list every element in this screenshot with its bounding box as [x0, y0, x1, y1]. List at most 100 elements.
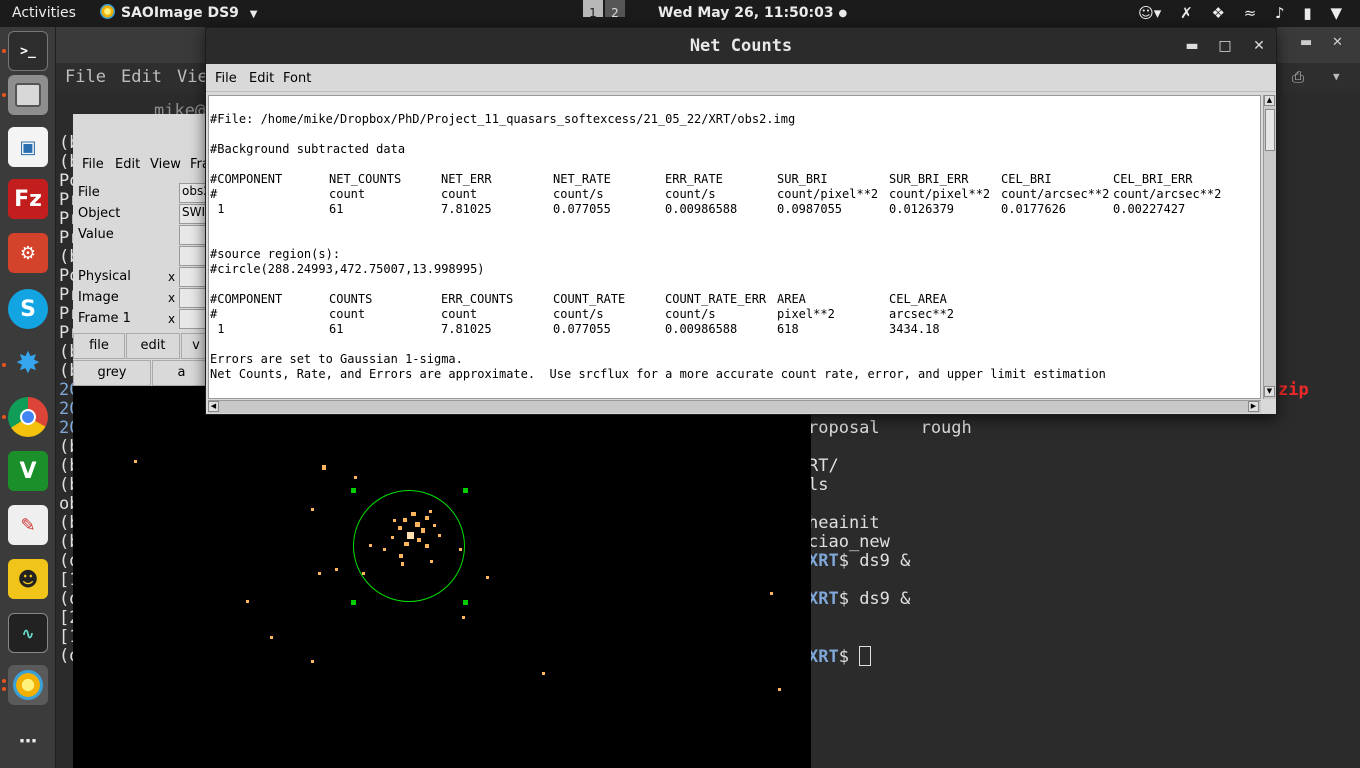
background-pixel	[335, 568, 338, 571]
terminal-menu-view[interactable]: Vie	[177, 67, 208, 87]
ds9-button-grey[interactable]: grey	[73, 360, 151, 386]
scroll-left-icon[interactable]: ◀	[208, 401, 219, 412]
ds9-button-a[interactable]: a	[152, 360, 211, 386]
table-cell: 0.00986588	[665, 322, 738, 336]
background-pixel	[770, 592, 773, 595]
terminal-cursor	[859, 646, 872, 666]
net-counts-menu-file[interactable]: File	[215, 71, 237, 86]
source-pixel	[398, 526, 402, 530]
workspace-switcher[interactable]: 12	[583, 0, 627, 27]
scroll-down-icon[interactable]: ▼	[1264, 386, 1275, 397]
background-pixel	[270, 636, 273, 639]
activities-button[interactable]: Activities	[12, 0, 76, 27]
ds9-menu-edit[interactable]: Edit	[115, 157, 140, 172]
skype-icon[interactable]: S	[8, 289, 48, 329]
horizontal-scrollbar[interactable]: ◀ ▶	[208, 400, 1261, 413]
chevron-down-icon[interactable]: ▼	[1333, 70, 1340, 83]
table-cell: NET_RATE	[553, 172, 611, 186]
table-cell: 0.0126379	[889, 202, 955, 216]
source-region-label: #source region(s):	[210, 247, 341, 261]
background-pixel	[462, 616, 465, 619]
region-handle[interactable]	[351, 488, 356, 493]
cat-icon[interactable]: ☻	[8, 559, 48, 599]
net-counts-text-area[interactable]: #File: /home/mike/Dropbox/PhD/Project_11…	[208, 95, 1261, 399]
running-indicator-icon	[2, 679, 6, 683]
ds9-menu-file[interactable]: File	[82, 157, 104, 172]
scroll-right-icon[interactable]: ▶	[1248, 401, 1259, 412]
ds9-button-edit[interactable]: edit	[126, 333, 180, 359]
maximize-icon[interactable]: □	[1215, 36, 1235, 56]
dropbox-icon[interactable]: ❖	[1211, 0, 1224, 27]
background-pixel	[362, 572, 365, 575]
clock-label: Wed May 26, 11:50:03	[658, 5, 834, 21]
ds9-button-file[interactable]: file	[73, 333, 125, 359]
close-icon[interactable]: ✕	[1332, 35, 1343, 50]
table-cell: pixel**2	[777, 307, 835, 321]
vim-icon[interactable]: V	[8, 451, 48, 491]
minimize-icon[interactable]: ▬	[1300, 35, 1312, 50]
region-handle[interactable]	[351, 600, 356, 605]
source-pixel	[401, 562, 404, 566]
terminal-menu-file[interactable]: File	[65, 67, 106, 87]
background-pixel	[318, 572, 321, 575]
scroll-thumb[interactable]	[1265, 109, 1275, 151]
note-line: Net Counts, Rate, and Errors are approxi…	[210, 367, 1106, 381]
minimize-icon[interactable]: ▬	[1182, 36, 1202, 56]
terminal-line[interactable]: XRT$	[808, 646, 872, 667]
volume-icon[interactable]: ♪	[1275, 0, 1285, 27]
source-pixel	[393, 519, 396, 522]
background-pixel	[322, 465, 326, 470]
system-tray[interactable]: ☺▾ ✗ ❖ ≈ ♪ ▮ ▼	[1124, 0, 1342, 27]
running-indicator-icon	[2, 415, 6, 419]
ds9-star-icon[interactable]: ✸	[8, 343, 48, 383]
system-settings-icon[interactable]: ⚙	[8, 233, 48, 273]
background-pixel	[778, 688, 781, 691]
terminal-command: $	[838, 647, 860, 667]
source-pixel	[399, 554, 403, 558]
vertical-scrollbar[interactable]: ▲ ▼	[1263, 95, 1276, 399]
terminal-prompt: XRT	[808, 589, 839, 609]
table-cell: #COMPONENT	[210, 172, 283, 186]
chevron-down-icon: ▼	[249, 9, 258, 20]
ds9-image-canvas[interactable]	[73, 386, 811, 768]
filezilla-icon[interactable]: Fz	[8, 179, 48, 219]
accessibility-icon[interactable]: ☺▾	[1138, 0, 1161, 27]
net-counts-menu-edit[interactable]: Edit	[249, 71, 274, 86]
ds9-image-label: Image	[78, 290, 119, 305]
show-applications-icon[interactable]: ⋯	[8, 721, 48, 761]
bluetooth-icon[interactable]: ✗	[1180, 0, 1193, 27]
terminal-line: XRT$ ds9 &	[808, 551, 910, 571]
system-monitor-icon[interactable]: ∿	[8, 613, 48, 653]
wifi-icon[interactable]: ≈	[1244, 0, 1257, 27]
scroll-up-icon[interactable]: ▲	[1264, 95, 1275, 106]
table-cell: COUNT_RATE_ERR	[665, 292, 767, 306]
table-cell: 0.00227427	[1113, 202, 1186, 216]
power-icon[interactable]: ▼	[1330, 0, 1342, 27]
net-counts-titlebar[interactable]: Net Counts ▬ □ ✕	[206, 28, 1276, 64]
region-handle[interactable]	[463, 600, 468, 605]
net-counts-menu-font[interactable]: Font	[283, 71, 311, 86]
terminal-menu-edit[interactable]: Edit	[121, 67, 162, 87]
text-editor-icon[interactable]: ✎	[8, 505, 48, 545]
table-cell: 0.077055	[553, 202, 611, 216]
terminal-icon[interactable]: >_	[8, 31, 48, 71]
workspace-1[interactable]: 1	[583, 0, 603, 20]
document-viewer-icon[interactable]: ▣	[8, 127, 48, 167]
table-cell: #	[210, 307, 218, 321]
running-indicator-icon	[2, 93, 6, 97]
table-cell: count	[441, 187, 478, 201]
terminal-tab-icon[interactable]: ⎙	[1292, 68, 1304, 86]
ds9-image-x-label: x	[168, 291, 176, 305]
ds9-menu-view[interactable]: View	[150, 157, 181, 172]
saoimage-ds9-icon[interactable]	[8, 665, 48, 705]
file-path-line: #File: /home/mike/Dropbox/PhD/Project_11…	[210, 112, 796, 126]
file-manager-icon[interactable]	[8, 75, 48, 115]
clock[interactable]: Wed May 26, 11:50:03 ●	[658, 0, 847, 27]
net-counts-title: Net Counts	[689, 36, 793, 56]
close-icon[interactable]: ✕	[1249, 36, 1269, 56]
battery-icon[interactable]: ▮	[1303, 0, 1311, 27]
region-handle[interactable]	[463, 488, 468, 493]
workspace-2[interactable]: 2	[605, 0, 625, 20]
chrome-icon[interactable]	[8, 397, 48, 437]
app-menu[interactable]: SAOImage DS9 ▼	[100, 0, 257, 27]
